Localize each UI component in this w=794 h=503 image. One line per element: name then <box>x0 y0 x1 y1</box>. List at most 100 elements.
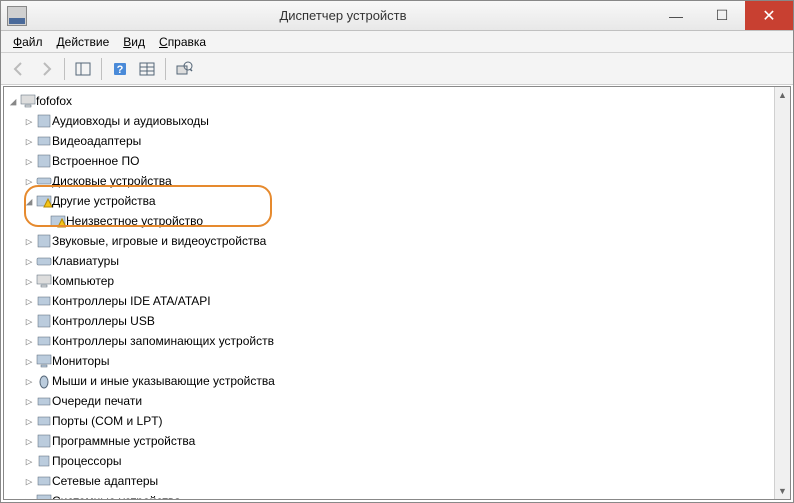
scan-icon <box>175 60 193 78</box>
tree-item[interactable]: ▷ Клавиатуры <box>6 251 772 271</box>
tree-item[interactable]: ▷ Процессоры <box>6 451 772 471</box>
maximize-button[interactable]: ☐ <box>699 1 745 30</box>
menu-help[interactable]: Справка <box>153 33 212 51</box>
ide-controller-icon <box>36 293 52 309</box>
tree-root[interactable]: ◢ fofofox <box>6 91 772 111</box>
expand-icon[interactable]: ▷ <box>22 275 36 288</box>
menu-file[interactable]: Файл <box>7 33 49 51</box>
expand-icon[interactable]: ▷ <box>22 335 36 348</box>
window-title: Диспетчер устройств <box>33 8 653 23</box>
usb-icon <box>36 313 52 329</box>
print-queue-icon <box>36 393 52 409</box>
expand-icon[interactable]: ▷ <box>22 415 36 428</box>
expand-icon[interactable]: ▷ <box>22 375 36 388</box>
tree-item-label: Видеоадаптеры <box>52 134 141 148</box>
tree-item-label: Порты (COM и LPT) <box>52 414 163 428</box>
tree-item[interactable]: ▷ Сетевые адаптеры <box>6 471 772 491</box>
menu-action[interactable]: Действие <box>51 33 116 51</box>
help-button[interactable]: ? <box>108 57 132 81</box>
tree-item-label: Звуковые, игровые и видеоустройства <box>52 234 266 248</box>
expand-icon[interactable]: ▷ <box>22 235 36 248</box>
tree-item-label: Очереди печати <box>52 394 142 408</box>
tree-item[interactable]: ▷ Контроллеры USB <box>6 311 772 331</box>
menu-action-label: ействие <box>65 35 110 49</box>
tree-item-label: Контроллеры IDE ATA/ATAPI <box>52 294 211 308</box>
mouse-icon <box>36 373 52 389</box>
tree-item[interactable]: ▷ Мыши и иные указывающие устройства <box>6 371 772 391</box>
tree-item-label: Компьютер <box>52 274 114 288</box>
minimize-button[interactable]: — <box>653 1 699 30</box>
software-device-icon <box>36 433 52 449</box>
collapse-icon[interactable]: ◢ <box>6 95 20 108</box>
tree-item[interactable]: ▷ Встроенное ПО <box>6 151 772 171</box>
toolbar-separator <box>101 58 102 80</box>
help-icon: ? <box>111 60 129 78</box>
sound-icon <box>36 233 52 249</box>
keyboard-icon <box>36 253 52 269</box>
scroll-up-icon[interactable]: ▲ <box>775 87 790 103</box>
tree-item[interactable]: ▷ Порты (COM и LPT) <box>6 411 772 431</box>
expand-icon[interactable]: ▷ <box>22 115 36 128</box>
processor-icon <box>36 453 52 469</box>
menu-file-label: айл <box>22 35 42 49</box>
tree-item[interactable]: ▷ Программные устройства <box>6 431 772 451</box>
computer-icon <box>20 93 36 109</box>
expand-icon[interactable]: ▷ <box>22 155 36 168</box>
computer-icon <box>36 273 52 289</box>
back-button[interactable] <box>7 57 31 81</box>
audio-icon <box>36 113 52 129</box>
expand-icon[interactable]: ▷ <box>22 455 36 468</box>
vertical-scrollbar[interactable]: ▲ ▼ <box>774 87 790 499</box>
network-adapter-icon <box>36 473 52 489</box>
forward-button[interactable] <box>34 57 58 81</box>
tree-item-label: Клавиатуры <box>52 254 119 268</box>
menu-bar: Файл Действие Вид Справка <box>1 31 793 53</box>
scroll-down-icon[interactable]: ▼ <box>775 483 790 499</box>
tree-item-label: Программные устройства <box>52 434 195 448</box>
system-device-icon <box>36 493 52 499</box>
properties-button[interactable] <box>135 57 159 81</box>
expand-icon[interactable]: ▷ <box>22 495 36 500</box>
tree-item[interactable]: ▷ Системные устройства <box>6 491 772 499</box>
tree-item[interactable]: ▷ Контроллеры IDE ATA/ATAPI <box>6 291 772 311</box>
show-hidden-button[interactable] <box>71 57 95 81</box>
tree-item-label: Контроллеры USB <box>52 314 155 328</box>
tree-item-label: Сетевые адаптеры <box>52 474 158 488</box>
menu-view-label: ид <box>131 35 145 49</box>
expand-icon[interactable]: ▷ <box>22 135 36 148</box>
title-bar: Диспетчер устройств — ☐ ✕ <box>1 1 793 31</box>
expand-icon[interactable]: ▷ <box>22 475 36 488</box>
expand-icon[interactable]: ▷ <box>22 395 36 408</box>
toolbar: ? <box>1 53 793 85</box>
tree-root-label: fofofox <box>36 94 72 108</box>
menu-help-label: правка <box>168 35 206 49</box>
tree-item[interactable]: ▷ Аудиовходы и аудиовыходы <box>6 111 772 131</box>
device-tree[interactable]: ◢ fofofox ▷ Аудиовходы и аудиовыходы ▷ В… <box>4 87 774 499</box>
toolbar-separator <box>64 58 65 80</box>
expand-icon[interactable]: ▷ <box>22 255 36 268</box>
tree-item[interactable]: ▷ Видеоадаптеры <box>6 131 772 151</box>
menu-view[interactable]: Вид <box>117 33 151 51</box>
scan-hardware-button[interactable] <box>172 57 196 81</box>
arrow-right-icon <box>37 60 55 78</box>
monitor-icon <box>36 353 52 369</box>
expand-icon[interactable]: ▷ <box>22 295 36 308</box>
tree-item-label: Контроллеры запоминающих устройств <box>52 334 274 348</box>
tree-item-label: Системные устройства <box>52 494 181 499</box>
storage-controller-icon <box>36 333 52 349</box>
tree-item[interactable]: ▷ Мониторы <box>6 351 772 371</box>
expand-icon[interactable]: ▷ <box>22 435 36 448</box>
tree-item[interactable]: ▷ Компьютер <box>6 271 772 291</box>
firmware-icon <box>36 153 52 169</box>
toolbar-separator <box>165 58 166 80</box>
tree-item-label: Встроенное ПО <box>52 154 139 168</box>
tree-item[interactable]: ▷ Очереди печати <box>6 391 772 411</box>
expand-icon[interactable]: ▷ <box>22 315 36 328</box>
panel-icon <box>74 60 92 78</box>
tree-item[interactable]: ▷ Звуковые, игровые и видеоустройства <box>6 231 772 251</box>
tree-item[interactable]: ▷ Контроллеры запоминающих устройств <box>6 331 772 351</box>
expand-icon[interactable]: ▷ <box>22 355 36 368</box>
arrow-left-icon <box>10 60 28 78</box>
close-button[interactable]: ✕ <box>745 1 793 30</box>
tree-item-label: Мониторы <box>52 354 109 368</box>
